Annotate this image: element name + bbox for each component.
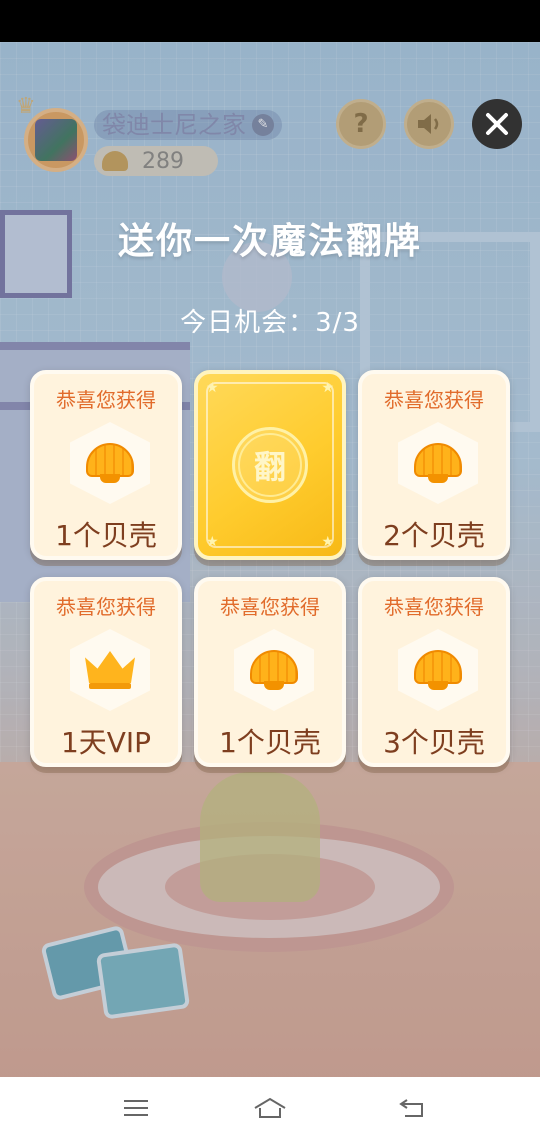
- home-nav-button[interactable]: [250, 1093, 290, 1123]
- card-reward-label: 1个贝壳: [55, 519, 157, 552]
- shell-icon: [250, 650, 298, 690]
- shell-icon: [414, 443, 462, 483]
- username: 袋迪士尼之家: [102, 111, 246, 139]
- card-icon-bg: [398, 422, 478, 504]
- menu-icon: [124, 1100, 148, 1116]
- shell-icon: [86, 443, 134, 483]
- star-icon: ★: [206, 380, 219, 396]
- card-header: 恭喜您获得: [220, 595, 320, 619]
- edit-icon[interactable]: ✎: [252, 114, 274, 136]
- back-icon: [399, 1099, 423, 1117]
- reward-card[interactable]: 恭喜您获得 1天VIP: [30, 577, 182, 767]
- user-panel: ♛ 袋迪士尼之家 ✎ 289: [16, 94, 324, 178]
- username-tag: 袋迪士尼之家 ✎: [94, 110, 282, 140]
- card-icon-bg: [70, 629, 150, 711]
- shell-count: 289: [142, 148, 184, 174]
- menu-nav-button[interactable]: [116, 1093, 156, 1123]
- reward-card[interactable]: 恭喜您获得 3个贝壳: [358, 577, 510, 767]
- reward-card[interactable]: 恭喜您获得 1个贝壳: [194, 577, 346, 767]
- avatar-image: [35, 119, 77, 161]
- close-icon: [486, 113, 508, 135]
- card-icon-bg: [398, 629, 478, 711]
- star-icon: ★: [206, 534, 219, 550]
- system-nav-bar: [0, 1077, 540, 1140]
- star-icon: ★: [321, 534, 334, 550]
- card-reward-label: 3个贝壳: [383, 726, 485, 759]
- status-bar: [0, 0, 540, 42]
- card-header: 恭喜您获得: [56, 388, 156, 412]
- card-header: 恭喜您获得: [384, 388, 484, 412]
- card-icon-bg: [70, 422, 150, 504]
- home-icon: [254, 1097, 286, 1118]
- flip-text: 翻: [238, 433, 302, 497]
- card-reward-label: 1个贝壳: [219, 726, 321, 759]
- question-icon: ?: [353, 109, 369, 139]
- card-reward-label: 1天VIP: [60, 726, 152, 759]
- shell-icon: [414, 650, 462, 690]
- back-nav-button[interactable]: [392, 1093, 432, 1123]
- close-button[interactable]: [472, 99, 522, 149]
- avatar[interactable]: [24, 108, 88, 172]
- room-character: [200, 772, 320, 902]
- shell-icon: [102, 151, 128, 171]
- floor-card-decoration: [95, 942, 191, 1020]
- face-down-card[interactable]: ★ ★ ★ ★ 翻: [194, 370, 346, 560]
- card-header: 恭喜您获得: [384, 595, 484, 619]
- speaker-icon: [418, 114, 439, 134]
- popup-title: 送你一次魔法翻牌: [117, 221, 422, 262]
- help-button[interactable]: ?: [336, 99, 386, 149]
- crown-icon: [85, 651, 135, 689]
- shell-balance: 289: [94, 146, 218, 176]
- daily-chances: 今日机会：3/3: [180, 308, 360, 338]
- reward-card[interactable]: 恭喜您获得 2个贝壳: [358, 370, 510, 560]
- card-reward-label: 2个贝壳: [383, 519, 485, 552]
- reward-card[interactable]: 恭喜您获得 1个贝壳: [30, 370, 182, 560]
- sound-button[interactable]: [404, 99, 454, 149]
- card-header: 恭喜您获得: [56, 595, 156, 619]
- card-icon-bg: [234, 629, 314, 711]
- flip-emblem: 翻: [232, 427, 308, 503]
- star-icon: ★: [321, 380, 334, 396]
